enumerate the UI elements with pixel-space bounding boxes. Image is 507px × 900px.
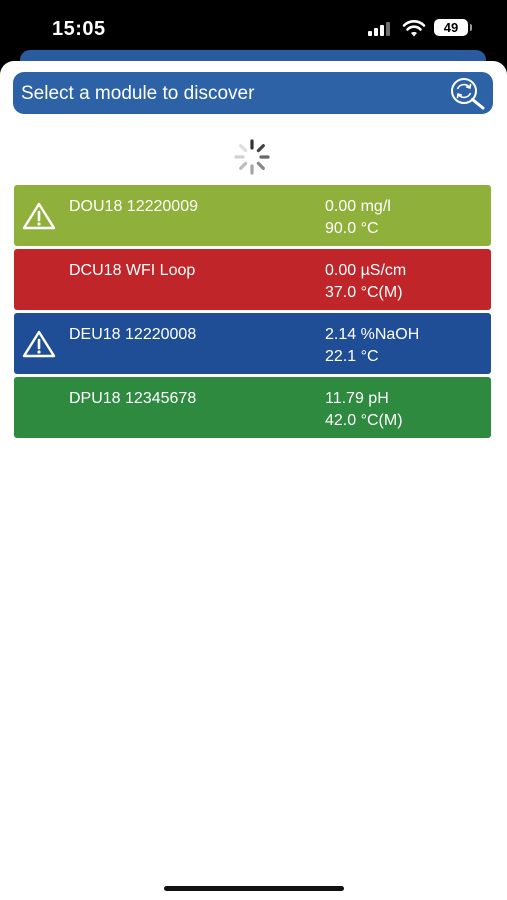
module-temperature-value: 42.0 °C(M): [325, 412, 403, 429]
module-temperature-value: 22.1 °C: [325, 348, 379, 365]
battery-level: 49: [443, 20, 459, 35]
warning-icon: [22, 202, 56, 230]
module-row-deu18[interactable]: DEU18 12220008 2.14 %NaOH 22.1 °C: [14, 313, 491, 374]
module-row-dou18[interactable]: DOU18 12220009 0.00 mg/l 90.0 °C: [14, 185, 491, 246]
cellular-signal-icon: [368, 22, 394, 36]
module-row-dpu18[interactable]: DPU18 12345678 11.79 pH 42.0 °C(M): [14, 377, 491, 438]
module-name: DPU18 12345678: [69, 390, 197, 407]
loading-spinner-icon: [234, 139, 270, 175]
module-name: DCU18 WFI Loop: [69, 262, 196, 279]
module-name: DOU18 12220009: [69, 198, 198, 215]
module-primary-value: 0.00 mg/l: [325, 198, 391, 215]
module-primary-value: 11.79 pH: [325, 390, 389, 407]
module-temperature-value: 90.0 °C: [325, 220, 379, 237]
search-refresh-icon[interactable]: [445, 76, 489, 110]
module-row-dcu18[interactable]: DCU18 WFI Loop 0.00 µS/cm 37.0 °C(M): [14, 249, 491, 310]
warning-icon: [22, 330, 56, 358]
home-indicator[interactable]: [164, 886, 344, 891]
discover-label: Select a module to discover: [21, 83, 255, 104]
module-primary-value: 0.00 µS/cm: [325, 262, 407, 279]
battery-icon: 49: [434, 19, 472, 36]
module-primary-value: 2.14 %NaOH: [325, 326, 420, 343]
module-temperature-value: 37.0 °C(M): [325, 284, 403, 301]
discover-module-button[interactable]: Select a module to discover: [13, 72, 493, 114]
status-time: 15:05: [52, 18, 106, 40]
module-name: DEU18 12220008: [69, 326, 197, 343]
wifi-icon: [402, 20, 426, 37]
module-discovery-sheet: Select a module to discover DOU18 122200…: [0, 61, 507, 900]
